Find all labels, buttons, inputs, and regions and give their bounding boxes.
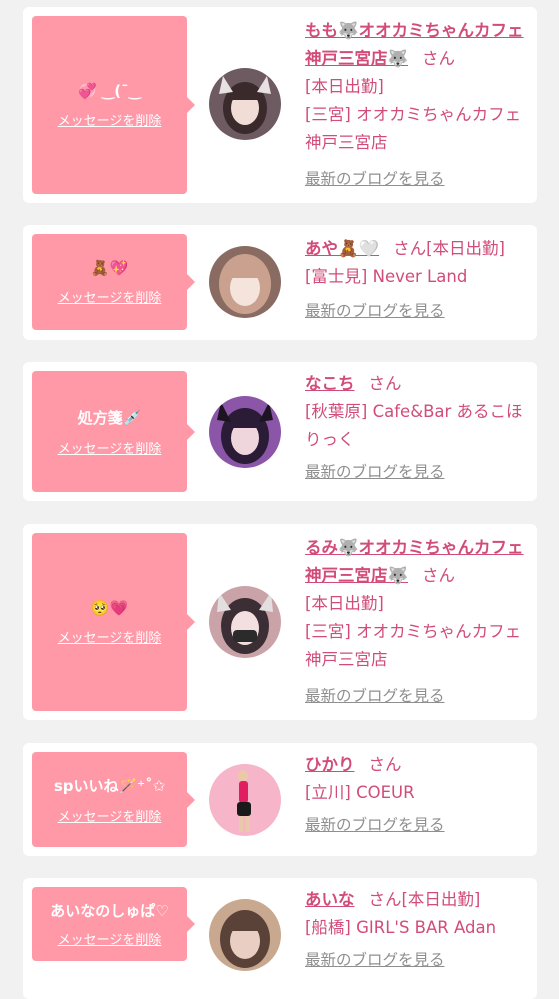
delete-message-link[interactable]: メッセージを削除 [58, 287, 162, 306]
message-bubble: 💞 ‿(¯‿ メッセージを削除 [32, 16, 195, 194]
shop-name: [船橋] GIRL'S BAR Adan [305, 918, 497, 937]
cast-info: あや🧸🤍 さん[本日出勤] [富士見] Never Land 最新のブログを見る [305, 235, 533, 321]
message-card: spいいね🪄⁺˚✩ メッセージを削除 ひかり さん [立川] COEUR 最新のブ… [23, 743, 537, 856]
message-text: 処方箋💉 [77, 408, 142, 427]
avatar[interactable] [209, 396, 281, 468]
message-text: 💞 ‿(¯‿ [77, 81, 142, 100]
latest-blog-link[interactable]: 最新のブログを見る [305, 460, 445, 482]
shop-name: [立川] COEUR [305, 783, 415, 802]
attendance-status: [本日出勤] [305, 594, 384, 613]
message-text: 🧸💖 [90, 258, 129, 277]
avatar[interactable] [209, 899, 281, 971]
message-bubble: 処方箋💉 メッセージを削除 [32, 371, 195, 492]
cast-name-link[interactable]: なこち [305, 374, 355, 393]
avatar-photo [209, 899, 281, 971]
avatar-photo [209, 246, 281, 318]
message-bubble: 🧸💖 メッセージを削除 [32, 234, 195, 330]
cast-info: あいな さん[本日出勤] [船橋] GIRL'S BAR Adan 最新のブログを… [305, 886, 533, 970]
attendance-status: [本日出勤] [305, 77, 384, 96]
avatar[interactable] [209, 246, 281, 318]
attendance-status: [本日出勤] [401, 890, 481, 909]
cast-name-link[interactable]: ひかり [305, 755, 355, 774]
shop-name: [三宮] オオカミちゃんカフェ神戸三宮店 [305, 105, 522, 152]
delete-message-link[interactable]: メッセージを削除 [58, 438, 162, 457]
message-card: 処方箋💉 メッセージを削除 なこち さん [秋葉原] Cafe&Bar あるこほり… [23, 362, 537, 501]
message-text: あいなのしゅぱ♡ [50, 902, 169, 920]
shop-name: [三宮] オオカミちゃんカフェ神戸三宮店 [305, 622, 522, 669]
avatar[interactable] [209, 586, 281, 658]
delete-message-link[interactable]: メッセージを削除 [58, 627, 162, 646]
avatar-photo [209, 68, 281, 140]
message-card: 💞 ‿(¯‿ メッセージを削除 もも🐺オオカミちゃんカフェ神戸三宮店🐺 さん [本… [23, 7, 537, 203]
message-card: 🥺💗 メッセージを削除 るみ🐺オオカミちゃんカフェ神戸三宮店🐺 さん [本日出勤]… [23, 524, 537, 720]
delete-message-link[interactable]: メッセージを削除 [58, 110, 162, 129]
attendance-status: [本日出勤] [426, 239, 505, 258]
cast-info: るみ🐺オオカミちゃんカフェ神戸三宮店🐺 さん [本日出勤] [三宮] オオカミちゃ… [305, 534, 533, 706]
cast-name-link[interactable]: あや🧸🤍 [305, 239, 379, 258]
cast-name-link[interactable]: あいな [305, 890, 355, 909]
latest-blog-link[interactable]: 最新のブログを見る [305, 684, 445, 706]
avatar[interactable] [209, 764, 281, 836]
message-card: あいなのしゅぱ♡ メッセージを削除 あいな さん[本日出勤] [船橋] GIRL'… [23, 878, 537, 999]
delete-message-link[interactable]: メッセージを削除 [58, 929, 162, 948]
cast-name-link[interactable]: もも🐺オオカミちゃんカフェ神戸三宮店🐺 [305, 21, 524, 68]
avatar[interactable] [209, 68, 281, 140]
message-card: 🧸💖 メッセージを削除 あや🧸🤍 さん[本日出勤] [富士見] Never Lan… [23, 225, 537, 340]
latest-blog-link[interactable]: 最新のブログを見る [305, 813, 445, 835]
delete-message-link[interactable]: メッセージを削除 [58, 806, 162, 825]
avatar-photo [209, 764, 281, 836]
honorific: さん [422, 566, 456, 585]
shop-name: [秋葉原] Cafe&Bar あるこほりっく [305, 402, 523, 449]
honorific: さん [368, 755, 402, 774]
cast-info: なこち さん [秋葉原] Cafe&Bar あるこほりっく 最新のブログを見る [305, 370, 533, 482]
honorific: さん [422, 49, 456, 68]
latest-blog-link[interactable]: 最新のブログを見る [305, 948, 445, 970]
latest-blog-link[interactable]: 最新のブログを見る [305, 167, 445, 189]
message-bubble: あいなのしゅぱ♡ メッセージを削除 [32, 887, 195, 961]
message-text: spいいね🪄⁺˚✩ [53, 776, 166, 795]
message-bubble: spいいね🪄⁺˚✩ メッセージを削除 [32, 752, 195, 847]
honorific: さん [393, 239, 427, 258]
message-bubble: 🥺💗 メッセージを削除 [32, 533, 195, 711]
avatar-photo [209, 396, 281, 468]
honorific: さん [368, 374, 402, 393]
honorific: さん [368, 890, 402, 909]
avatar-photo [209, 586, 281, 658]
message-text: 🥺💗 [90, 598, 129, 617]
cast-name-link[interactable]: るみ🐺オオカミちゃんカフェ神戸三宮店🐺 [305, 538, 524, 585]
cast-info: ひかり さん [立川] COEUR 最新のブログを見る [305, 751, 533, 835]
latest-blog-link[interactable]: 最新のブログを見る [305, 299, 445, 321]
cast-info: もも🐺オオカミちゃんカフェ神戸三宮店🐺 さん [本日出勤] [三宮] オオカミちゃ… [305, 17, 533, 189]
shop-name: [富士見] Never Land [305, 267, 468, 286]
